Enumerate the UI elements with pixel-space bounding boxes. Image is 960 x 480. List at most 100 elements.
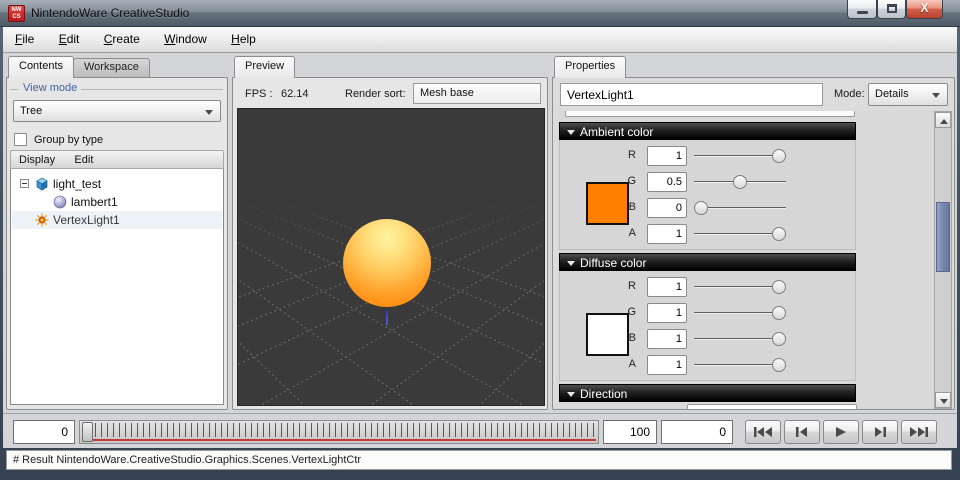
- scrolled-field-sliver: [565, 111, 855, 117]
- slider-thumb[interactable]: [772, 149, 786, 163]
- channel-slider[interactable]: [694, 143, 786, 169]
- view-mode-group-label: View mode: [23, 82, 78, 94]
- properties-scrollbar[interactable]: [934, 111, 952, 409]
- channel-slider[interactable]: [694, 221, 786, 247]
- tab-preview[interactable]: Preview: [234, 56, 296, 78]
- tree-toolbar-display[interactable]: Display: [11, 151, 63, 166]
- skip-to-end-icon: [910, 427, 928, 437]
- channel-slider[interactable]: [694, 300, 786, 326]
- timeline-thumb[interactable]: [82, 422, 93, 442]
- skip-to-start-button[interactable]: [745, 420, 781, 444]
- channel-label: A: [628, 358, 636, 370]
- tab-contents[interactable]: Contents: [8, 56, 75, 78]
- play-button[interactable]: [823, 420, 859, 444]
- slider-thumb[interactable]: [733, 175, 747, 189]
- channel-value-input[interactable]: [647, 303, 687, 323]
- section-header-direction[interactable]: Direction: [559, 384, 856, 402]
- fps-label: FPS :: [245, 88, 273, 100]
- chevron-down-icon: [932, 93, 940, 98]
- preview-panel: FPS : 62.14 Render sort: Mesh base: [232, 77, 548, 410]
- section-header-diffuse[interactable]: Diffuse color: [559, 253, 856, 271]
- tree-row-vertexlight1[interactable]: VertexLight1: [12, 211, 222, 229]
- menu-bar: File Edit Create Window Help: [3, 27, 957, 53]
- tab-workspace[interactable]: Workspace: [73, 58, 150, 77]
- slider-thumb[interactable]: [772, 306, 786, 320]
- tree-toolbar: Display Edit: [10, 150, 224, 169]
- menu-edit[interactable]: Edit: [50, 27, 89, 46]
- channel-slider[interactable]: [694, 195, 786, 221]
- channel-value-input[interactable]: [647, 224, 687, 244]
- channel-value-input[interactable]: [647, 146, 687, 166]
- channel-label: G: [627, 306, 636, 318]
- app-logo-bottom: CS: [12, 14, 21, 20]
- mode-label: Mode:: [834, 88, 865, 100]
- viewport-3d[interactable]: [237, 108, 545, 406]
- collapse-triangle-icon: [567, 261, 575, 266]
- group-by-type-checkbox[interactable]: [14, 133, 27, 146]
- scene-tree[interactable]: light_test lambert1 VertexLight1: [10, 169, 224, 405]
- menu-window[interactable]: Window: [155, 27, 216, 46]
- section-body-diffuse: R G: [559, 271, 856, 381]
- sphere-object[interactable]: [343, 219, 431, 307]
- status-text: # Result NintendoWare.CreativeStudio.Gra…: [13, 454, 362, 466]
- menu-create[interactable]: Create: [95, 27, 149, 46]
- close-icon: X: [920, 1, 929, 15]
- vertex-light-icon: [35, 213, 49, 227]
- step-forward-button[interactable]: [862, 420, 898, 444]
- timeline-slider[interactable]: [79, 420, 599, 444]
- scroll-down-button[interactable]: [935, 392, 951, 408]
- maximize-button[interactable]: [877, 0, 906, 19]
- tree-row-light-test[interactable]: light_test: [12, 175, 222, 193]
- app-logo-top: NW: [11, 7, 22, 13]
- chevron-down-icon: [205, 110, 213, 115]
- timeline-start-field[interactable]: [13, 420, 75, 444]
- channel-slider[interactable]: [694, 274, 786, 300]
- slider-thumb[interactable]: [694, 201, 708, 215]
- channel-row-a: A: [560, 352, 857, 378]
- app-window: NW CS NintendoWare CreativeStudio X File…: [0, 0, 960, 480]
- mode-dropdown[interactable]: Details: [868, 83, 948, 106]
- scroll-up-button[interactable]: [935, 112, 951, 128]
- properties-scroll-area: Ambient color R G: [557, 111, 934, 409]
- tab-properties[interactable]: Properties: [554, 56, 627, 78]
- slider-thumb[interactable]: [772, 280, 786, 294]
- render-sort-field[interactable]: Mesh base: [413, 83, 541, 104]
- menu-file[interactable]: File: [6, 27, 43, 46]
- contents-panel: View mode Tree Group by type Display Edi…: [6, 77, 228, 410]
- minimize-button[interactable]: [847, 0, 877, 19]
- slider-thumb[interactable]: [772, 227, 786, 241]
- skip-to-start-icon: [754, 427, 772, 437]
- close-button[interactable]: X: [906, 0, 943, 19]
- channel-slider[interactable]: [694, 352, 786, 378]
- channel-slider[interactable]: [694, 326, 786, 352]
- view-mode-dropdown[interactable]: Tree: [13, 100, 221, 122]
- direction-field-partial[interactable]: [687, 404, 857, 409]
- tree-row-lambert1[interactable]: lambert1: [12, 193, 222, 211]
- scrollbar-thumb[interactable]: [936, 202, 950, 272]
- render-sort-label: Render sort:: [345, 88, 406, 100]
- channel-slider[interactable]: [694, 169, 786, 195]
- slider-thumb[interactable]: [772, 332, 786, 346]
- channel-value-input[interactable]: [647, 277, 687, 297]
- channel-value-input[interactable]: [647, 172, 687, 192]
- slider-thumb[interactable]: [772, 358, 786, 372]
- main-area: Contents Workspace View mode Tree Group …: [3, 53, 957, 413]
- tree-toolbar-edit[interactable]: Edit: [66, 151, 101, 166]
- channel-value-input[interactable]: [647, 198, 687, 218]
- tree-expander-icon[interactable]: [20, 179, 29, 188]
- title-bar[interactable]: NW CS NintendoWare CreativeStudio X: [0, 0, 960, 27]
- timeline-current-frame-field[interactable]: [661, 420, 733, 444]
- step-back-button[interactable]: [784, 420, 820, 444]
- play-icon: [836, 427, 846, 437]
- object-name-field[interactable]: [560, 83, 823, 106]
- menu-help[interactable]: Help: [222, 27, 265, 46]
- channel-label: R: [628, 280, 636, 292]
- minimize-icon: [857, 11, 868, 14]
- channel-value-input[interactable]: [647, 329, 687, 349]
- group-by-type-label: Group by type: [34, 134, 104, 146]
- section-header-ambient[interactable]: Ambient color: [559, 122, 856, 140]
- channel-value-input[interactable]: [647, 355, 687, 375]
- step-forward-icon: [875, 427, 886, 437]
- skip-to-end-button[interactable]: [901, 420, 937, 444]
- timeline-end-field[interactable]: [603, 420, 657, 444]
